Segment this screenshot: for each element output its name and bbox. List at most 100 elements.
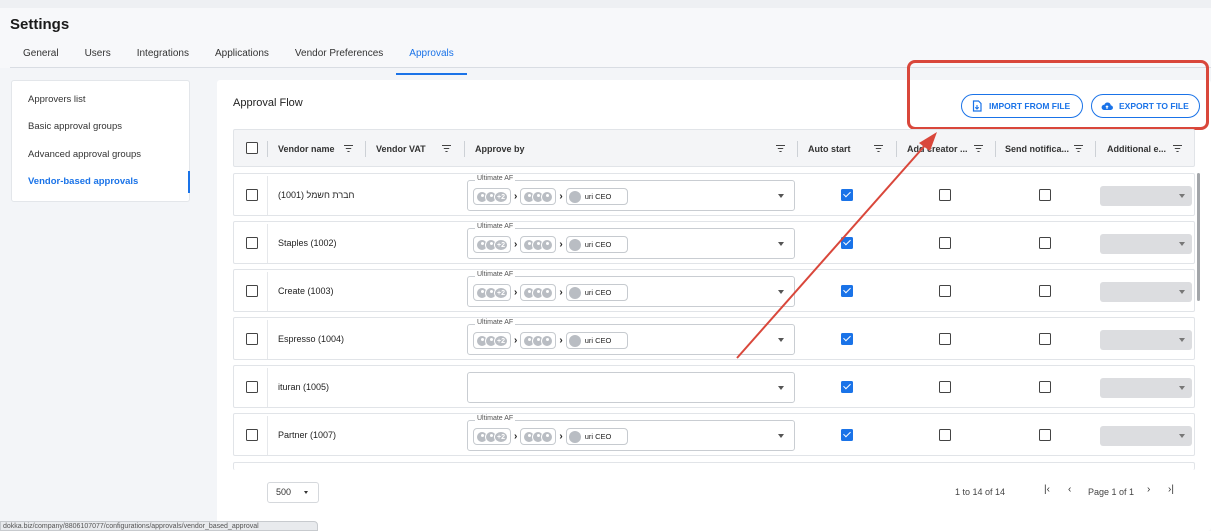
- sidebar-item-basic-approval-groups[interactable]: Basic approval groups: [12, 116, 190, 138]
- last-page-icon[interactable]: ›|: [1168, 484, 1174, 495]
- tab-vendor-preferences[interactable]: Vendor Preferences: [282, 45, 396, 75]
- add-creator-checkbox[interactable]: [939, 381, 951, 393]
- filter-icon[interactable]: [776, 144, 785, 153]
- additional-select[interactable]: [1100, 234, 1192, 254]
- approver-name: uri CEO: [584, 336, 612, 345]
- auto-start-checkbox[interactable]: [841, 429, 853, 441]
- approve-by-select[interactable]: Ultimate AF +2 › › uri CEO: [467, 415, 795, 451]
- row-checkbox[interactable]: [246, 381, 258, 393]
- annotation-highlight-box: [907, 60, 1209, 130]
- add-creator-checkbox[interactable]: [939, 189, 951, 201]
- vendor-name: Partner (1007): [278, 430, 337, 440]
- filter-icon[interactable]: [1074, 144, 1083, 153]
- approve-by-select[interactable]: Ultimate AF +2 › › uri CEO: [467, 175, 795, 211]
- column-separator: [797, 141, 798, 157]
- additional-select[interactable]: [1100, 426, 1192, 446]
- tab-integrations[interactable]: Integrations: [124, 45, 202, 75]
- prev-page-icon[interactable]: ‹: [1068, 484, 1071, 495]
- add-creator-checkbox[interactable]: [939, 333, 951, 345]
- row-checkbox[interactable]: [246, 429, 258, 441]
- approver-chip: uri CEO: [565, 284, 628, 301]
- approve-by-select[interactable]: Ultimate AF +2 › › uri CEO: [467, 271, 795, 307]
- chevron-right-icon: ›: [559, 287, 563, 298]
- avatar-icon: [541, 334, 554, 347]
- chevron-right-icon: ›: [559, 431, 563, 442]
- tab-users[interactable]: Users: [72, 45, 124, 75]
- additional-select[interactable]: [1100, 282, 1192, 302]
- table-row: Partner (1007) Ultimate AF +2 › › uri CE…: [233, 413, 1195, 456]
- more-count-badge: +2: [494, 190, 508, 203]
- row-checkbox[interactable]: [246, 333, 258, 345]
- approver-chip: uri CEO: [565, 188, 628, 205]
- approve-by-select[interactable]: Ultimate AF +2 › › uri CEO: [467, 319, 795, 355]
- column-separator: [267, 416, 268, 455]
- column-vendor-vat[interactable]: Vendor VAT: [376, 130, 426, 168]
- tab-general[interactable]: General: [10, 45, 72, 75]
- row-checkbox[interactable]: [246, 285, 258, 297]
- sidebar: Approvers list Basic approval groups Adv…: [11, 80, 190, 202]
- column-auto-start[interactable]: Auto start: [808, 130, 851, 168]
- approval-flow-legend: Ultimate AF: [475, 319, 516, 326]
- sidebar-item-approvers-list[interactable]: Approvers list: [12, 89, 190, 111]
- send-notification-checkbox[interactable]: [1039, 285, 1051, 297]
- add-creator-checkbox[interactable]: [939, 285, 951, 297]
- approval-chain: +2 › › uri CEO: [473, 428, 628, 445]
- approval-chain: +2 › › uri CEO: [473, 236, 628, 253]
- next-page-icon[interactable]: ›: [1147, 484, 1150, 495]
- add-creator-checkbox[interactable]: [939, 429, 951, 441]
- page-size-select[interactable]: 500: [267, 482, 319, 503]
- column-vendor-name[interactable]: Vendor name: [278, 130, 335, 168]
- tab-applications[interactable]: Applications: [202, 45, 282, 75]
- column-add-creator[interactable]: Add creator ...: [907, 130, 968, 168]
- select-all-checkbox[interactable]: [246, 142, 258, 154]
- row-checkbox[interactable]: [246, 237, 258, 249]
- first-page-icon[interactable]: |‹: [1044, 484, 1050, 495]
- approver-group-chip: +2: [473, 188, 511, 205]
- approval-flow-legend: Ultimate AF: [475, 415, 516, 422]
- tab-approvals[interactable]: Approvals: [396, 45, 467, 75]
- additional-select[interactable]: [1100, 330, 1192, 350]
- approval-chain: +2 › › uri CEO: [473, 284, 628, 301]
- scrollbar[interactable]: [1197, 173, 1200, 301]
- sidebar-item-vendor-based-approvals[interactable]: Vendor-based approvals: [12, 171, 190, 193]
- additional-select[interactable]: [1100, 186, 1192, 206]
- user-avatar-icon: [568, 238, 581, 251]
- row-checkbox[interactable]: [246, 189, 258, 201]
- column-additional[interactable]: Additional e...: [1107, 130, 1166, 168]
- filter-icon[interactable]: [442, 144, 451, 153]
- column-send-notification[interactable]: Send notifica...: [1005, 130, 1069, 168]
- chevron-down-icon: [778, 194, 784, 198]
- table-row: חברת חשמל (1001) Ultimate AF +2 › › uri …: [233, 173, 1195, 216]
- filter-icon[interactable]: [874, 144, 883, 153]
- approve-by-select[interactable]: [467, 372, 795, 403]
- column-separator: [896, 141, 897, 157]
- filter-icon[interactable]: [974, 144, 983, 153]
- send-notification-checkbox[interactable]: [1039, 333, 1051, 345]
- auto-start-checkbox[interactable]: [841, 285, 853, 297]
- approval-flow-legend: Ultimate AF: [475, 175, 516, 182]
- auto-start-checkbox[interactable]: [841, 237, 853, 249]
- panel-title: Approval Flow: [233, 97, 303, 109]
- send-notification-checkbox[interactable]: [1039, 429, 1051, 441]
- avatar-icon: [541, 190, 554, 203]
- filter-icon[interactable]: [344, 144, 353, 153]
- header: Settings General Users Integrations Appl…: [0, 8, 1211, 75]
- send-notification-checkbox[interactable]: [1039, 237, 1051, 249]
- send-notification-checkbox[interactable]: [1039, 381, 1051, 393]
- auto-start-checkbox[interactable]: [841, 381, 853, 393]
- auto-start-checkbox[interactable]: [841, 333, 853, 345]
- additional-select[interactable]: [1100, 378, 1192, 398]
- add-creator-checkbox[interactable]: [939, 237, 951, 249]
- chevron-right-icon: ›: [514, 191, 518, 202]
- send-notification-checkbox[interactable]: [1039, 189, 1051, 201]
- more-count-badge: +2: [494, 430, 508, 443]
- approve-by-select[interactable]: Ultimate AF +2 › › uri CEO: [467, 223, 795, 259]
- column-approve-by[interactable]: Approve by: [475, 130, 525, 168]
- filter-icon[interactable]: [1173, 144, 1182, 153]
- more-count-badge: +2: [494, 286, 508, 299]
- sidebar-item-advanced-approval-groups[interactable]: Advanced approval groups: [12, 144, 190, 166]
- page-info: Page 1 of 1: [1088, 487, 1135, 497]
- auto-start-checkbox[interactable]: [841, 189, 853, 201]
- more-count-badge: +2: [494, 334, 508, 347]
- avatar-icon: [541, 238, 554, 251]
